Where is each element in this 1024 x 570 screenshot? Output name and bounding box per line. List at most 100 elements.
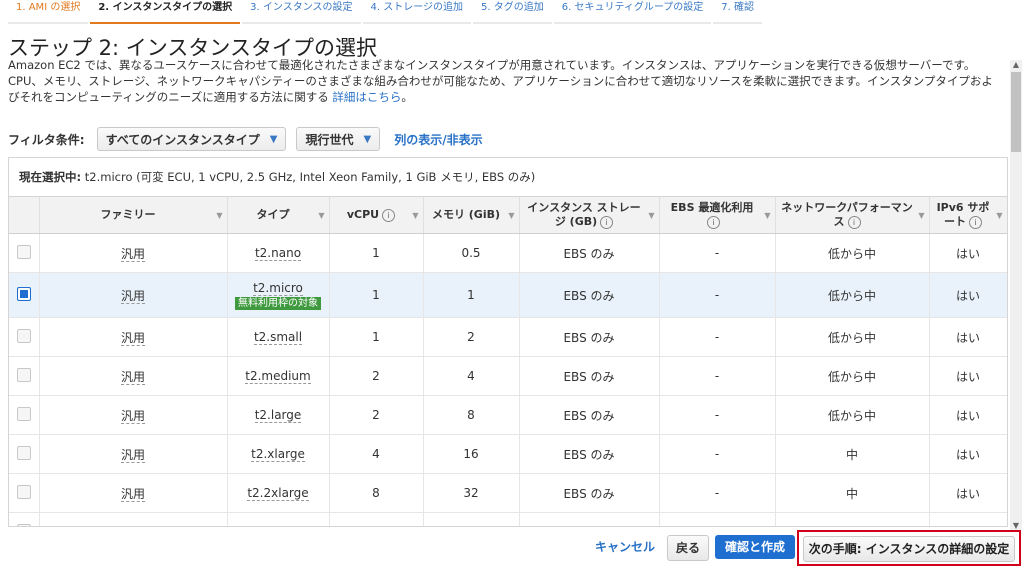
step-add-storage[interactable]: 4. ストレージの追加: [362, 0, 472, 24]
family-value[interactable]: 汎用: [120, 447, 145, 463]
free-tier-badge: 無料利用枠の対象: [235, 296, 321, 310]
review-and-launch-button[interactable]: 確認と作成: [715, 535, 796, 559]
show-hide-columns-link[interactable]: 列の表示/非表示: [394, 131, 482, 148]
description-end: 。: [401, 90, 413, 104]
family-value[interactable]: 汎用: [120, 288, 145, 304]
row-checkbox[interactable]: [16, 367, 31, 382]
row-select-cell[interactable]: [9, 317, 40, 357]
network-cell: 中: [775, 512, 930, 526]
type-value[interactable]: t2.nano: [254, 246, 302, 261]
type-value[interactable]: t2.small: [253, 330, 303, 345]
column-header-ipv6[interactable]: IPv6 サポート i ▼: [929, 197, 1007, 234]
next-button-highlight: 次の手順: インスタンスの詳細の設定: [797, 530, 1021, 566]
row-select-cell[interactable]: [9, 272, 40, 318]
row-checkbox[interactable]: [16, 406, 31, 421]
next-configure-instance-button[interactable]: 次の手順: インスタンスの詳細の設定: [803, 536, 1015, 562]
row-select-cell[interactable]: [9, 434, 40, 474]
row-checkbox[interactable]: [16, 445, 31, 460]
current-selection-label: 現在選択中:: [19, 170, 82, 184]
scroll-down-arrow-icon[interactable]: ▼: [1010, 521, 1022, 530]
memory-cell: 1: [423, 272, 520, 318]
vcpu-cell: 4: [329, 434, 424, 474]
step-review[interactable]: 7. 確認: [713, 0, 763, 24]
back-button[interactable]: 戻る: [667, 535, 710, 561]
row-select-cell[interactable]: [9, 356, 40, 396]
family-cell: 汎用: [39, 434, 228, 474]
storage-cell: EBS のみ: [519, 272, 660, 318]
ebs-cell: -: [659, 473, 776, 513]
wizard-buttons: キャンセル 戻る 確認と作成 次の手順: インスタンスの詳細の設定: [0, 530, 1024, 570]
table-row[interactable]: 汎用 t2.small 1 2 EBS のみ - 低から中 はい: [9, 317, 1007, 357]
step-instance-type[interactable]: 2. インスタンスタイプの選択: [90, 0, 241, 24]
column-header-memory[interactable]: メモリ (GiB) ▼: [423, 197, 520, 234]
row-checkbox[interactable]: [16, 286, 31, 301]
column-header-network[interactable]: ネットワークパフォーマンス i ▼: [775, 197, 930, 234]
scrollbar-thumb[interactable]: [1011, 72, 1021, 152]
info-icon: i: [382, 208, 396, 222]
table-row[interactable]: 汎用 t2.xlarge 4 16 EBS のみ - 中はい: [9, 434, 1007, 474]
cancel-button[interactable]: キャンセル: [595, 538, 655, 555]
row-checkbox[interactable]: [16, 484, 31, 499]
ipv6-cell: はい: [929, 356, 1007, 396]
column-header-ebs[interactable]: EBS 最適化利用 i ▼: [659, 197, 776, 234]
type-value[interactable]: t2.2xlarge: [247, 486, 309, 501]
learn-more-link[interactable]: 詳細はこちら: [332, 90, 401, 104]
scroll-up-arrow-icon[interactable]: ▲: [1010, 60, 1022, 69]
chevron-down-icon: ▼: [269, 133, 278, 145]
chevron-down-icon: ▼: [363, 133, 372, 145]
table-row[interactable]: 汎用 t2.nano 1 0.5 EBS のみ - 低から中 はい: [9, 233, 1007, 273]
type-value[interactable]: t2.xlarge: [251, 447, 305, 462]
family-cell: 汎用: [39, 512, 228, 526]
instance-type-filter-select[interactable]: すべてのインスタンスタイプ ▼: [96, 127, 287, 151]
ipv6-cell: はい: [929, 233, 1007, 273]
table-row[interactable]: 汎用 t2.medium 2 4 EBS のみ - 低から中 はい: [9, 356, 1007, 396]
family-value[interactable]: 汎用: [120, 525, 145, 526]
column-header-type[interactable]: タイプ ▼: [227, 197, 330, 234]
table-row[interactable]: 汎用m4.large28EBS のみはい中はい: [9, 512, 1007, 526]
filter-bar: フィルタ条件: すべてのインスタンスタイプ ▼ 現行世代 ▼ 列の表示/非表示: [8, 125, 483, 153]
family-value[interactable]: 汎用: [120, 369, 145, 385]
row-select-cell[interactable]: [9, 395, 40, 435]
memory-cell: 4: [423, 356, 520, 396]
table-header-row: ファミリー ▼ タイプ ▼ vCPU i ▼ メモリ (GiB) ▼ インスタンス ストレ…: [9, 197, 1007, 234]
vcpu-cell: 2: [329, 395, 424, 435]
sort-icon: ▼: [216, 211, 223, 220]
step-security-group[interactable]: 6. セキュリティグループの設定: [553, 0, 712, 24]
family-value[interactable]: 汎用: [120, 486, 145, 502]
ipv6-cell: はい: [929, 395, 1007, 435]
family-value[interactable]: 汎用: [120, 246, 145, 262]
row-select-cell[interactable]: [9, 512, 40, 526]
page-scrollbar[interactable]: ▲ ▼: [1010, 60, 1022, 530]
row-select-cell[interactable]: [9, 473, 40, 513]
step-add-tags[interactable]: 5. タグの追加: [473, 0, 552, 24]
type-cell: t2.small: [227, 317, 330, 357]
step-ami[interactable]: 1. AMI の選択: [8, 0, 89, 24]
family-value[interactable]: 汎用: [120, 330, 145, 346]
family-value[interactable]: 汎用: [120, 408, 145, 424]
row-checkbox[interactable]: [16, 328, 31, 343]
type-cell: m4.large: [227, 512, 330, 526]
column-header-vcpu[interactable]: vCPU i ▼: [329, 197, 424, 234]
generation-filter-value: 現行世代: [305, 132, 354, 147]
network-cell: 中: [775, 434, 930, 474]
generation-filter-select[interactable]: 現行世代 ▼: [296, 127, 381, 151]
row-select-cell[interactable]: [9, 233, 40, 273]
table-row[interactable]: 汎用 t2.2xlarge 8 32 EBS のみ - 中はい: [9, 473, 1007, 513]
column-header-storage[interactable]: インスタンス ストレージ (GB) i ▼: [519, 197, 660, 234]
description-text: Amazon EC2 では、異なるユースケースに合わせて最適化されたさまざまなイ…: [8, 58, 993, 104]
type-value[interactable]: t2.micro: [253, 280, 303, 296]
type-value[interactable]: m4.large: [251, 525, 305, 526]
sort-icon: ▼: [918, 211, 925, 220]
type-value[interactable]: t2.large: [254, 408, 302, 423]
table-row[interactable]: 汎用 t2.large 2 8 EBS のみ - 低から中 はい: [9, 395, 1007, 435]
info-icon: i: [707, 215, 720, 229]
step-configure-instance[interactable]: 3. インスタンスの設定: [242, 0, 361, 24]
table-row[interactable]: 汎用 t2.micro 無料利用枠の対象 1 1 EBS のみ - 低から中 はい: [9, 272, 1007, 318]
row-checkbox[interactable]: [16, 244, 31, 259]
row-checkbox[interactable]: [16, 523, 31, 526]
type-value[interactable]: t2.medium: [245, 369, 311, 384]
family-cell: 汎用: [39, 356, 228, 396]
filter-label: フィルタ条件:: [8, 132, 85, 147]
page-description: Amazon EC2 では、異なるユースケースに合わせて最適化されたさまざまなイ…: [8, 57, 1002, 105]
column-header-family[interactable]: ファミリー ▼: [39, 197, 228, 234]
